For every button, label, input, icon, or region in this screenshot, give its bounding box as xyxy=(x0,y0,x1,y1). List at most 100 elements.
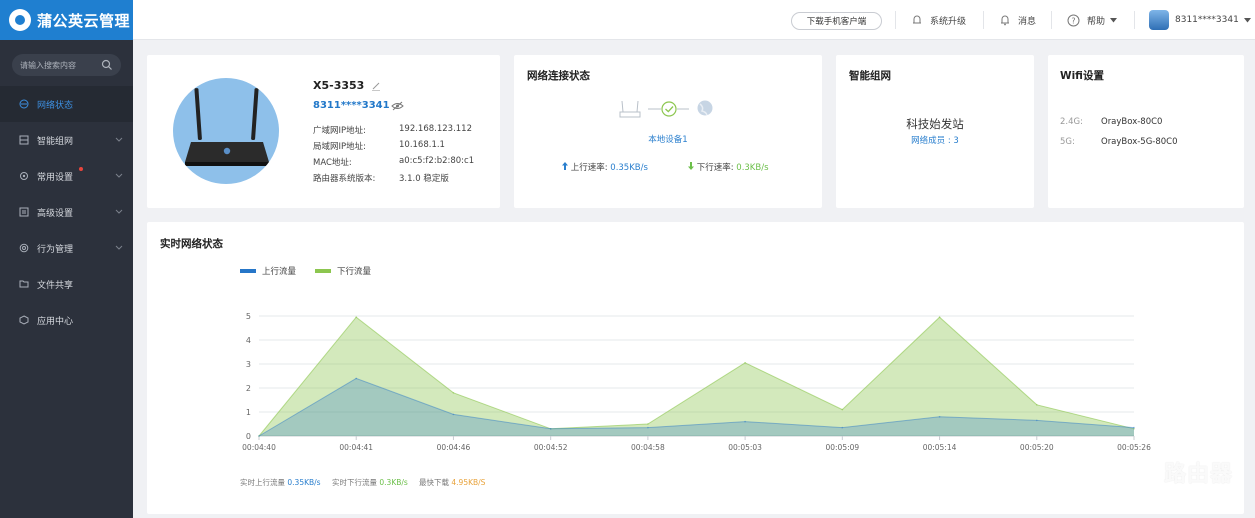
x-tick-label: 00:04:40 xyxy=(242,443,276,452)
data-point xyxy=(355,316,357,318)
sidebar-item-label: 应用中心 xyxy=(37,316,74,327)
sidebar: 蒲公英云管理 网络状态 智能组网 常用设置 高级设置 行为管理 文件共享 应用中… xyxy=(0,0,133,518)
account-menu[interactable]: 8311****3341 xyxy=(1149,0,1251,40)
wifi-settings-card: Wifi设置 2.4G: OrayBox-80C0 5G: OrayBox-5G… xyxy=(1048,55,1244,208)
data-point xyxy=(647,423,649,425)
app-logo[interactable]: 蒲公英云管理 xyxy=(0,0,133,40)
bell-upgrade-icon xyxy=(913,15,921,24)
wifi-band-label: 5G: xyxy=(1060,137,1075,147)
chevron-down-icon xyxy=(115,173,123,178)
behavior-management-icon xyxy=(19,243,29,253)
wifi-ssid-5g: OrayBox-5G-80C0 xyxy=(1101,137,1178,147)
data-point xyxy=(452,413,455,416)
help-icon: ? xyxy=(1067,14,1080,26)
data-point xyxy=(744,420,746,423)
y-tick-label: 5 xyxy=(246,312,251,321)
dandelion-logo-icon xyxy=(9,9,31,31)
globe-icon xyxy=(697,100,713,116)
footer-upload: 实时上行流量 0.35KB/s xyxy=(240,477,321,488)
wifi-ssid-24g: OrayBox-80C0 xyxy=(1101,117,1163,127)
traffic-chart: 0 1 2 3 4 5 00:04:40 00:04:41 00:04:46 00:04:52 00… xyxy=(242,312,1151,452)
data-point xyxy=(744,362,746,364)
watermark: 路由器 luyouqi.com xyxy=(1112,452,1252,502)
data-point xyxy=(841,408,844,411)
y-tick-label: 2 xyxy=(246,384,251,393)
data-point xyxy=(938,416,941,418)
sidebar-item-behavior-management[interactable]: 行为管理 xyxy=(0,230,133,266)
search-icon[interactable] xyxy=(101,59,113,71)
mesh-network-card: 智能组网 科技始发站 网络成员 : 3 xyxy=(836,55,1034,208)
mesh-members-link[interactable]: 网络成员 : 3 xyxy=(836,134,1034,146)
upload-value: 0.35KB/s xyxy=(610,163,648,173)
messages-button[interactable]: 消息 xyxy=(999,0,1036,40)
data-point xyxy=(1133,426,1135,429)
router-illustration xyxy=(185,88,269,166)
help-label: 帮助 xyxy=(1087,16,1106,27)
sidebar-item-label: 常用设置 xyxy=(37,172,74,183)
chevron-down-icon xyxy=(115,209,123,214)
mac-value: a0:c5:f2:b2:80:c1 xyxy=(399,156,475,166)
lan-ip-value: 10.168.1.1 xyxy=(399,140,445,150)
sidebar-item-label: 智能组网 xyxy=(37,136,74,147)
data-point xyxy=(355,377,357,380)
edit-icon[interactable] xyxy=(371,81,381,91)
caret-down-icon xyxy=(1110,17,1118,22)
data-point xyxy=(938,316,941,318)
data-point xyxy=(1036,419,1038,422)
divider xyxy=(1134,11,1135,29)
device-info-card: X5-3353 8311****3341 广域网IP地址: 192.168.12… xyxy=(147,55,500,208)
top-bar: 下载手机客户端 系统升级 消息 ? 帮助 8311****3341 xyxy=(133,0,1255,40)
download-app-button[interactable]: 下载手机客户端 xyxy=(791,12,882,30)
sidebar-item-network-status[interactable]: 网络状态 xyxy=(0,86,133,122)
router-watermark-logo-icon xyxy=(1113,455,1159,501)
search-input[interactable] xyxy=(20,60,101,70)
account-label: 8311****3341 xyxy=(1175,15,1239,25)
y-tick-label: 4 xyxy=(246,336,251,345)
caret-down-icon xyxy=(1243,17,1251,22)
footer-download: 实时下行流量 0.3KB/s xyxy=(332,477,408,488)
download-speed: 下行速率: 0.3KB/s xyxy=(688,161,769,173)
arrow-up-icon xyxy=(562,162,568,170)
advanced-settings-icon xyxy=(19,207,29,217)
sidebar-item-label: 网络状态 xyxy=(37,100,74,111)
sidebar-item-advanced-settings[interactable]: 高级设置 xyxy=(0,194,133,230)
x-tick-label: 00:04:52 xyxy=(534,443,568,452)
card-title: 网络连接状态 xyxy=(527,70,590,82)
folder-icon xyxy=(19,280,29,288)
notification-dot xyxy=(79,167,83,171)
y-tick-label: 3 xyxy=(246,360,251,369)
device-name: X5-3353 xyxy=(313,79,365,92)
sidebar-item-label: 高级设置 xyxy=(37,208,74,219)
mac-label: MAC地址: xyxy=(313,158,352,168)
footer-download-label: 实时下行流量 xyxy=(332,478,377,487)
router-small-icon xyxy=(619,100,641,118)
download-value: 0.3KB/s xyxy=(736,163,769,173)
data-point xyxy=(258,435,260,437)
mesh-station-name: 科技始发站 xyxy=(906,117,964,131)
eye-hidden-icon[interactable] xyxy=(391,101,404,111)
wifi-band-label: 2.4G: xyxy=(1060,117,1083,127)
sidebar-item-common-settings[interactable]: 常用设置 xyxy=(0,158,133,194)
help-menu[interactable]: ? 帮助 xyxy=(1067,0,1118,40)
network-connection-card: 网络连接状态 本地设备1 上行速率: 0.35KB/s 下行速率: 0.3KB/… xyxy=(514,55,822,208)
x-tick-label: 00:05:14 xyxy=(923,443,957,452)
gear-icon xyxy=(20,172,28,180)
mesh-network-icon xyxy=(19,135,29,145)
local-device-link[interactable]: 本地设备1 xyxy=(514,133,822,145)
sidebar-item-app-center[interactable]: 应用中心 xyxy=(0,302,133,338)
connection-diagram xyxy=(619,100,713,118)
x-tick-label: 00:05:09 xyxy=(825,443,859,452)
wan-ip-label: 广域网IP地址: xyxy=(313,126,366,136)
search-box xyxy=(12,54,121,76)
device-account[interactable]: 8311****3341 xyxy=(313,100,390,111)
logo-text: 蒲公英云管理 xyxy=(37,11,131,30)
download-label: 下行速率: xyxy=(696,163,734,173)
x-tick-label: 00:04:58 xyxy=(631,443,665,452)
sidebar-item-file-sharing[interactable]: 文件共享 xyxy=(0,266,133,302)
data-point xyxy=(1036,404,1038,406)
arrow-down-icon xyxy=(688,162,694,170)
chevron-down-icon xyxy=(115,137,123,142)
sidebar-item-mesh-network[interactable]: 智能组网 xyxy=(0,122,133,158)
system-upgrade-button[interactable]: 系统升级 xyxy=(911,0,966,40)
firmware-label: 路由器系统版本: xyxy=(313,174,376,184)
